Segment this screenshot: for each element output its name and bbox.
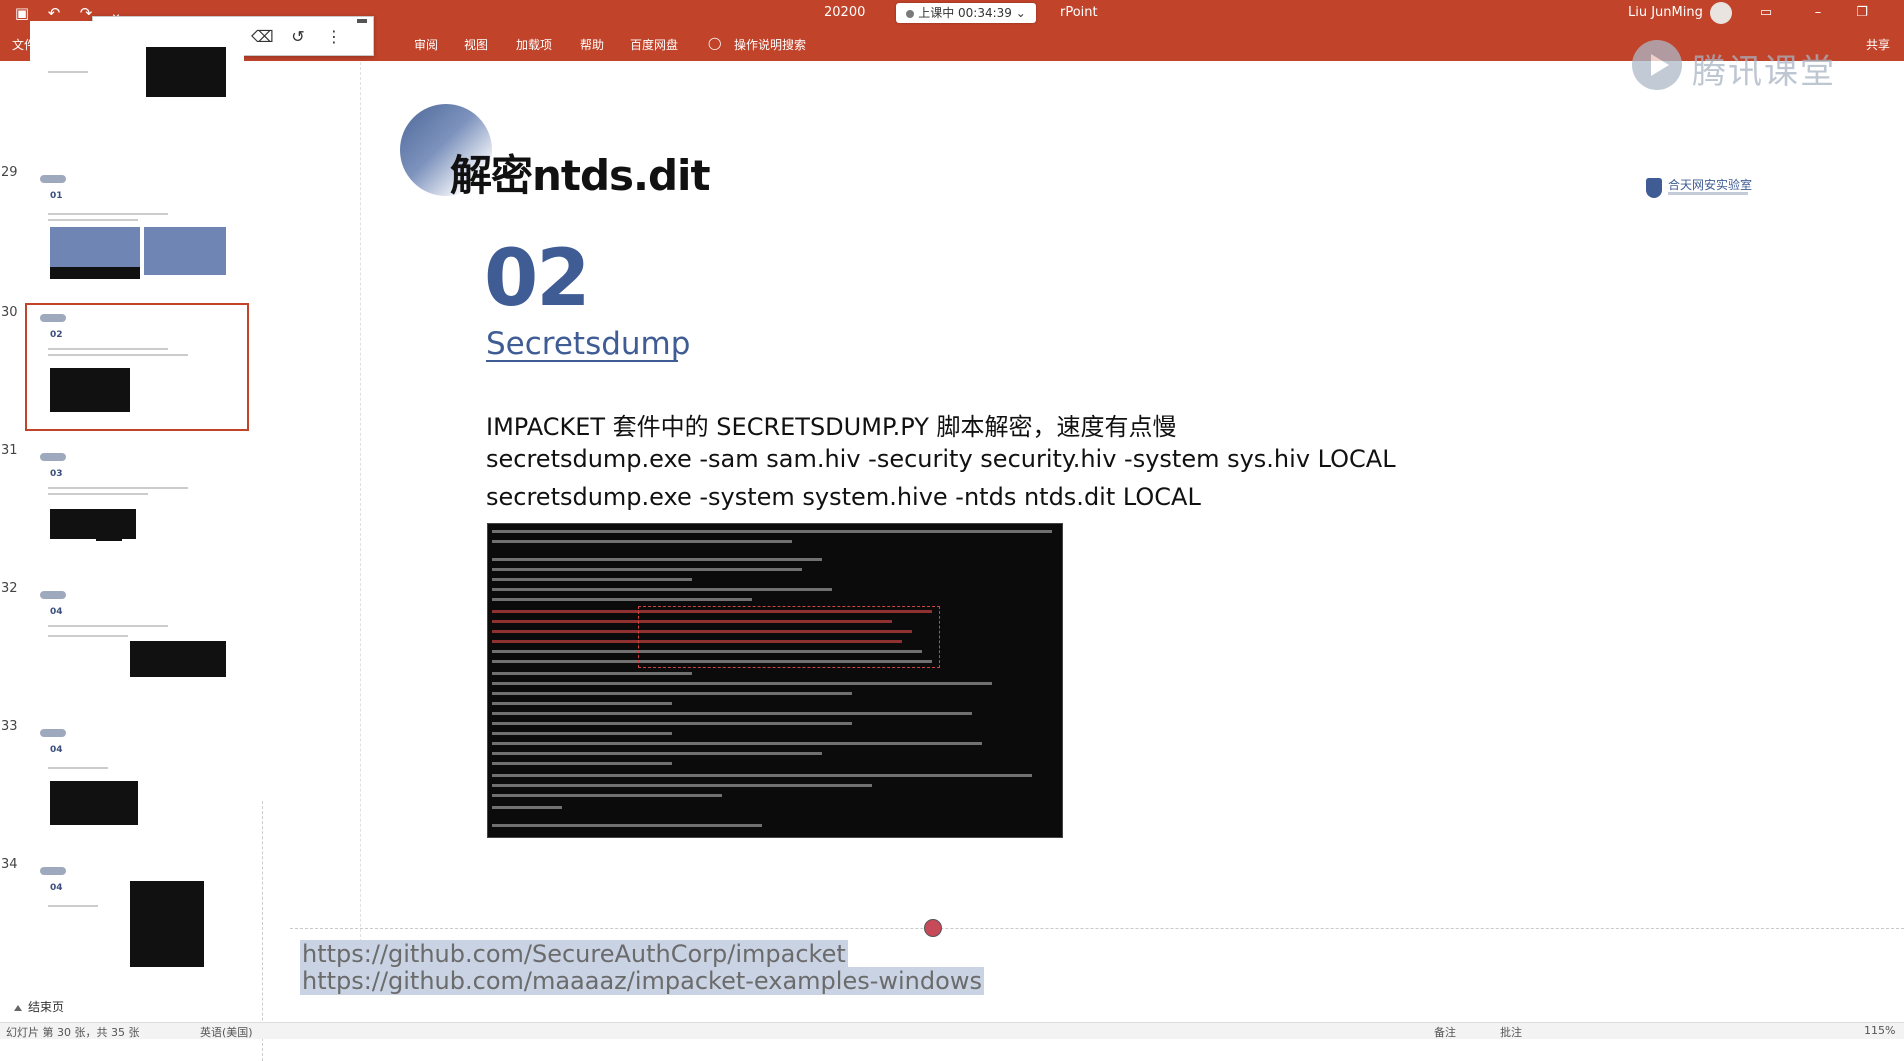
collapse-triangle-icon <box>14 1005 22 1011</box>
timer-label: 上课中 00:34:39 <box>918 6 1012 20</box>
tab-addins[interactable]: 加载项 <box>516 36 552 53</box>
watermark-text: 腾讯课堂 <box>1692 52 1836 92</box>
tell-me-search[interactable]: 操作说明搜索 <box>734 36 806 53</box>
shield-icon <box>1646 178 1662 198</box>
status-bar: 幻灯片 第 30 张，共 35 张 英语(美国) 备注 批注 115% <box>0 1022 1904 1039</box>
tab-help[interactable]: 帮助 <box>580 36 604 53</box>
slide-number: 30 <box>1 305 18 320</box>
thumb-section-number: 04 <box>50 745 63 755</box>
slide-title[interactable]: 解密ntds.dit <box>450 142 711 203</box>
play-icon <box>1632 40 1682 90</box>
user-name[interactable]: Liu JunMing <box>1628 5 1703 20</box>
thumb-section-number: 01 <box>50 191 63 201</box>
section-subtitle[interactable]: Secretsdump <box>486 326 690 362</box>
slide-number: 32 <box>1 581 18 596</box>
watermark-logo: 腾讯课堂 <box>1628 34 1858 94</box>
end-page-label: 结束页 <box>28 1000 65 1014</box>
thumb-section-number: 03 <box>50 469 63 479</box>
avatar[interactable] <box>1710 2 1732 24</box>
guide-line <box>360 62 362 962</box>
toolbar-collapse-icon[interactable] <box>357 19 367 23</box>
link-impacket[interactable]: https://github.com/SecureAuthCorp/impack… <box>300 940 848 968</box>
share-button[interactable]: 共享 <box>1866 36 1890 53</box>
more-tools-icon[interactable]: ⋮ <box>323 26 345 48</box>
slide-thumbnail[interactable]: 04 <box>30 861 244 979</box>
thumb-section-number: 04 <box>50 607 63 617</box>
thumb-section-number: 02 <box>50 330 63 340</box>
lightbulb-icon: ◯ <box>708 36 722 50</box>
thumb-section-number: 04 <box>50 883 63 893</box>
section-number[interactable]: 02 <box>484 234 591 324</box>
slide-thumbnail-selected[interactable]: 02 <box>25 303 249 431</box>
tab-view[interactable]: 视图 <box>464 36 488 53</box>
document-title-right: rPoint <box>1060 5 1098 20</box>
ribbon-display-icon[interactable]: ▭ <box>1756 3 1776 23</box>
restore-icon[interactable]: ❐ <box>1852 3 1872 23</box>
undo-icon[interactable]: ↶ <box>44 3 64 23</box>
slide-thumbnail[interactable]: 03 <box>30 447 244 565</box>
tab-review[interactable]: 审阅 <box>414 36 438 53</box>
slide-number: 29 <box>1 165 18 180</box>
slide-number: 31 <box>1 443 18 458</box>
notes-divider[interactable] <box>290 928 1904 929</box>
minimize-icon[interactable]: – <box>1808 3 1828 23</box>
document-title-left: 20200 <box>824 5 866 20</box>
section-underline <box>486 360 678 362</box>
save-icon[interactable]: ▣ <box>12 3 32 23</box>
slide-number: 34 <box>1 857 18 872</box>
zoom-level[interactable]: 115% <box>1864 1024 1895 1037</box>
class-timer[interactable]: 上课中 00:34:39 ⌄ <box>896 3 1036 23</box>
slide-thumbnail[interactable] <box>30 21 244 139</box>
title-bar: ▣ ↶ ↷ ⌄ 20200 上课中 00:34:39 ⌄ rPoint Liu … <box>0 0 1904 61</box>
undo-draw-icon[interactable]: ↺ <box>287 26 309 48</box>
body-line-2[interactable]: secretsdump.exe -sam sam.hiv -security s… <box>486 445 1396 473</box>
end-page-item[interactable]: 结束页 <box>14 998 64 1015</box>
slide-thumbnail[interactable]: 01 <box>30 169 244 287</box>
body-line-3[interactable]: secretsdump.exe -system system.hive -ntd… <box>486 483 1201 511</box>
slide-thumbnail[interactable]: 04 <box>30 585 244 703</box>
tab-baidu-netdisk[interactable]: 百度网盘 <box>630 36 678 53</box>
brand-text: 合天网安实验室 <box>1668 178 1753 192</box>
slide-number: 33 <box>1 719 18 734</box>
record-dot-icon <box>906 9 915 18</box>
cursor-marker-icon <box>924 919 942 937</box>
link-impacket-windows[interactable]: https://github.com/maaaaz/impacket-examp… <box>300 967 984 995</box>
terminal-screenshot-image[interactable] <box>487 523 1063 838</box>
slide-thumbnail-pane: 29 01 30 02 31 03 32 04 33 04 34 04 <box>0 21 280 1061</box>
slide-thumbnail[interactable]: 04 <box>30 723 244 841</box>
eraser-icon[interactable]: ⌫ <box>251 26 274 48</box>
body-line-1[interactable]: IMPACKET 套件中的 SECRETSDUMP.PY 脚本解密，速度有点慢 <box>486 407 1177 442</box>
